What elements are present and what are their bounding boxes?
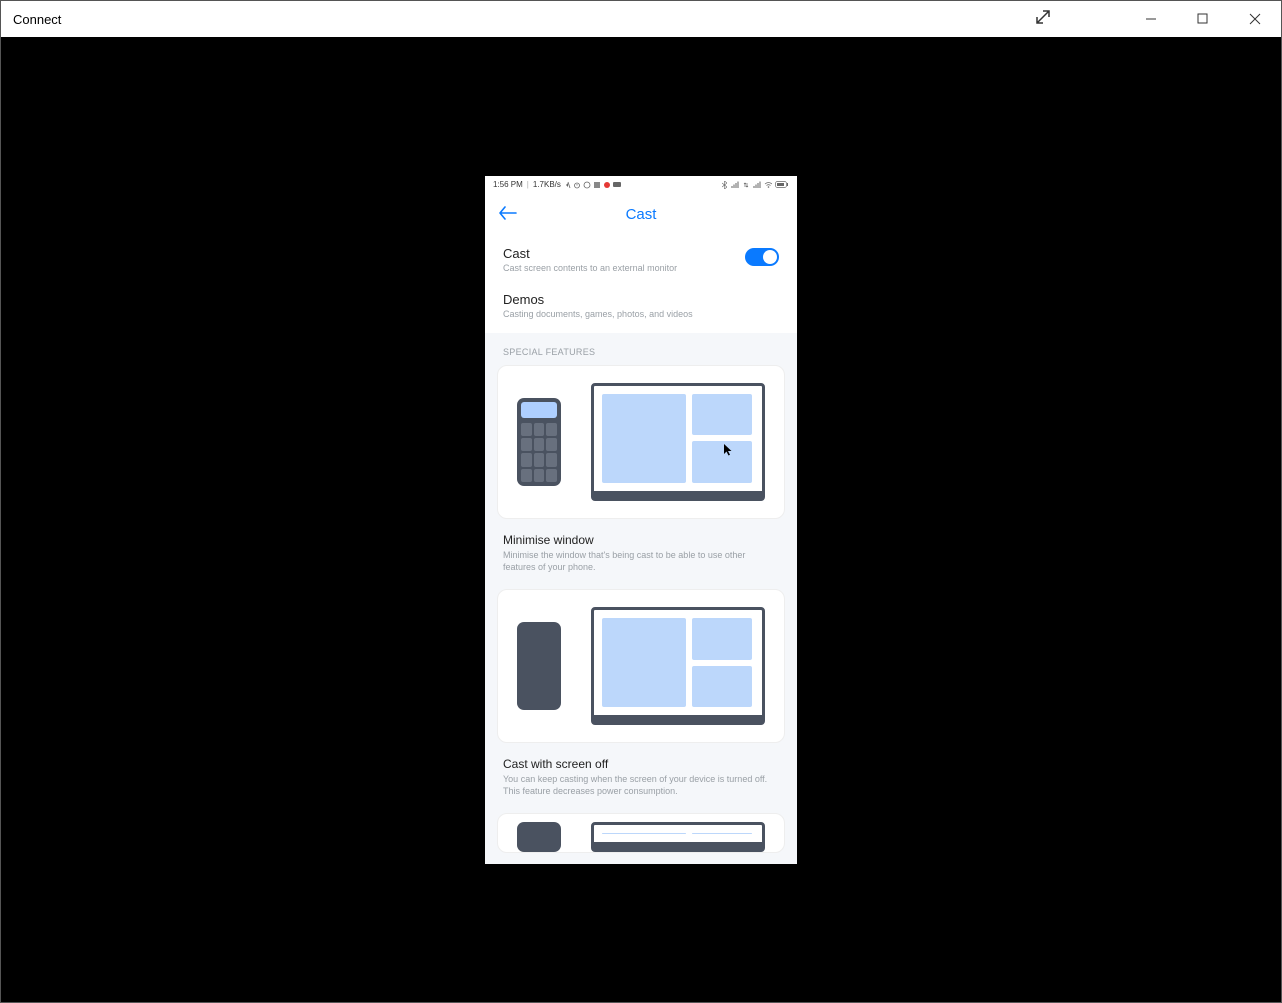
signal2-icon [753, 181, 761, 189]
maximize-button[interactable] [1177, 1, 1229, 37]
app-window: Connect 1:56 PM | 1.7KB [0, 0, 1282, 1003]
demos-setting-row[interactable]: Demos Casting documents, games, photos, … [485, 286, 797, 333]
screenoff-description: You can keep casting when the screen of … [503, 773, 779, 797]
monitor-illustration-icon [591, 822, 765, 852]
titlebar-controls [1125, 1, 1281, 37]
special-features-header: SPECIAL FEATURES [485, 333, 797, 365]
cast-title: Cast [503, 246, 745, 261]
titlebar: Connect [1, 1, 1281, 37]
demos-description: Casting documents, games, photos, and vi… [503, 309, 779, 321]
close-button[interactable] [1229, 1, 1281, 37]
minimise-illustration [497, 365, 785, 519]
expand-icon[interactable] [1035, 9, 1051, 30]
feature3-illustration [497, 813, 785, 853]
status-bar: 1:56 PM | 1.7KB/s [485, 176, 797, 194]
app-header: Cast [485, 194, 797, 236]
alarm-icon [573, 181, 581, 189]
display-area: 1:56 PM | 1.7KB/s [1, 37, 1281, 1002]
phone-screen: 1:56 PM | 1.7KB/s [485, 176, 797, 864]
screenoff-title: Cast with screen off [503, 757, 779, 771]
wifi-icon [764, 181, 772, 189]
cast-setting-row[interactable]: Cast Cast screen contents to an external… [485, 236, 797, 287]
minimise-title: Minimise window [503, 533, 779, 547]
stop-icon [593, 181, 601, 189]
minimise-feature[interactable]: Minimise window Minimise the window that… [485, 527, 797, 589]
cast-toggle[interactable] [745, 248, 779, 266]
page-title: Cast [626, 206, 657, 223]
youtube-icon [613, 181, 621, 189]
mute-icon [563, 181, 571, 189]
screenoff-illustration [497, 589, 785, 743]
data-icon [742, 181, 750, 189]
demos-title: Demos [503, 292, 779, 307]
bluetooth-icon [720, 181, 728, 189]
cast-description: Cast screen contents to an external moni… [503, 263, 745, 275]
screenoff-feature[interactable]: Cast with screen off You can keep castin… [485, 751, 797, 813]
status-time: 1:56 PM [493, 180, 523, 189]
phone-illustration-icon [517, 398, 561, 486]
monitor-illustration-icon [591, 383, 765, 501]
minimise-description: Minimise the window that's being cast to… [503, 549, 779, 573]
phone-illustration-icon [517, 822, 561, 852]
status-speed: 1.7KB/s [533, 180, 561, 189]
record-icon [603, 181, 611, 189]
whatsapp-icon [583, 181, 591, 189]
monitor-illustration-icon [591, 607, 765, 725]
battery-icon [775, 181, 789, 189]
phone-off-illustration-icon [517, 622, 561, 710]
minimize-button[interactable] [1125, 1, 1177, 37]
back-button[interactable] [499, 204, 517, 225]
content-area[interactable]: Cast Cast screen contents to an external… [485, 236, 797, 854]
window-title: Connect [13, 12, 61, 27]
signal1-icon [731, 181, 739, 189]
